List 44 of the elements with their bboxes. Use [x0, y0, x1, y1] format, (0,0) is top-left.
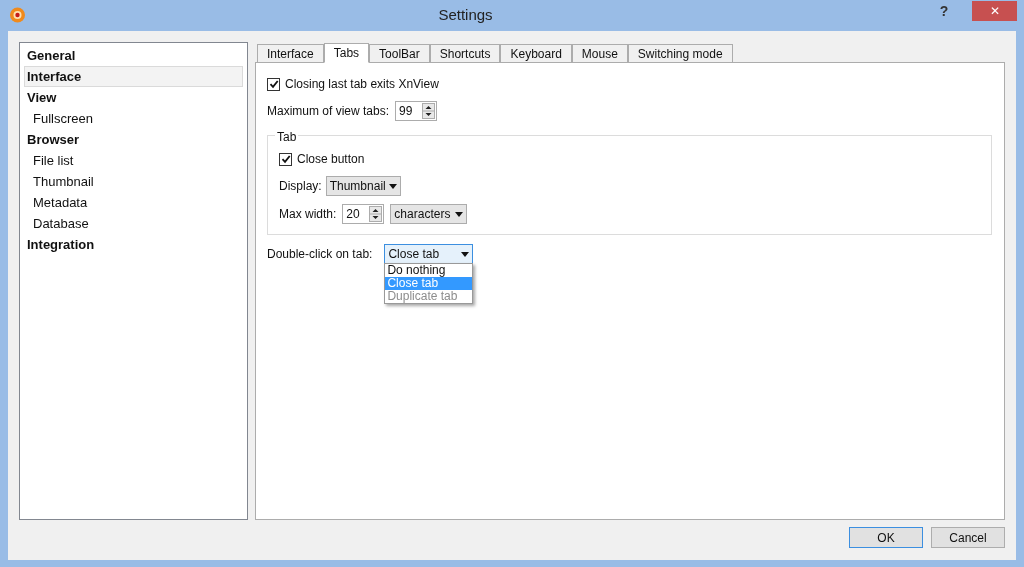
spin-arrows-icon[interactable]: [369, 206, 383, 222]
display-dropdown[interactable]: Thumbnail: [325, 176, 401, 196]
dialog-button[interactable]: Cancel: [931, 527, 1005, 548]
sidebar-item[interactable]: Thumbnail: [24, 171, 243, 192]
sidebar-item[interactable]: Metadata: [24, 192, 243, 213]
sidebar-item[interactable]: General: [24, 45, 243, 66]
sidebar-item[interactable]: Interface: [24, 66, 243, 87]
sidebar-item[interactable]: Database: [24, 213, 243, 234]
tab[interactable]: Tabs: [323, 43, 370, 63]
sidebar-item[interactable]: Integration: [24, 234, 243, 255]
tab[interactable]: Mouse: [571, 44, 628, 62]
sidebar-item[interactable]: File list: [24, 150, 243, 171]
spin-field[interactable]: 20: [342, 204, 385, 224]
double-click-dropdown[interactable]: Close tab: [384, 244, 474, 264]
dialog-button[interactable]: OK: [849, 527, 923, 548]
dropdown-option[interactable]: Do nothing: [385, 264, 473, 277]
checkmark-icon: [280, 154, 291, 164]
field-label: Display:: [279, 178, 322, 195]
unit-dropdown[interactable]: characters: [390, 204, 468, 224]
app-logo-icon: [9, 7, 26, 23]
checkbox-label: Closing last tab exits XnView: [285, 76, 439, 93]
sidebar-item[interactable]: Browser: [24, 129, 243, 150]
close-button[interactable]: ✕: [972, 0, 1017, 21]
caret-icon: [388, 183, 397, 189]
spin-field[interactable]: 99: [395, 101, 438, 121]
spin-arrows-icon[interactable]: [422, 103, 436, 119]
caret-icon: [461, 251, 470, 257]
field-label: Maximum of view tabs:: [267, 103, 390, 120]
checkbox-label: Close button: [297, 151, 365, 168]
sidebar-item[interactable]: Fullscreen: [24, 108, 243, 129]
tab[interactable]: Switching mode: [627, 44, 733, 62]
sidebar-item[interactable]: View: [24, 87, 243, 108]
tab[interactable]: ToolBar: [369, 44, 430, 62]
tab[interactable]: Interface: [257, 44, 324, 62]
tab[interactable]: Keyboard: [500, 44, 572, 62]
field-label: Double-click on tab:: [267, 246, 373, 263]
help-button[interactable]: ?: [931, 0, 957, 21]
checkmark-icon: [268, 79, 279, 89]
caret-icon: [455, 211, 464, 217]
checkbox[interactable]: [279, 152, 292, 166]
window-title: Settings: [438, 5, 493, 26]
checkbox[interactable]: [267, 77, 280, 91]
tab[interactable]: Shortcuts: [429, 44, 501, 62]
field-label: Max width:: [279, 206, 337, 223]
